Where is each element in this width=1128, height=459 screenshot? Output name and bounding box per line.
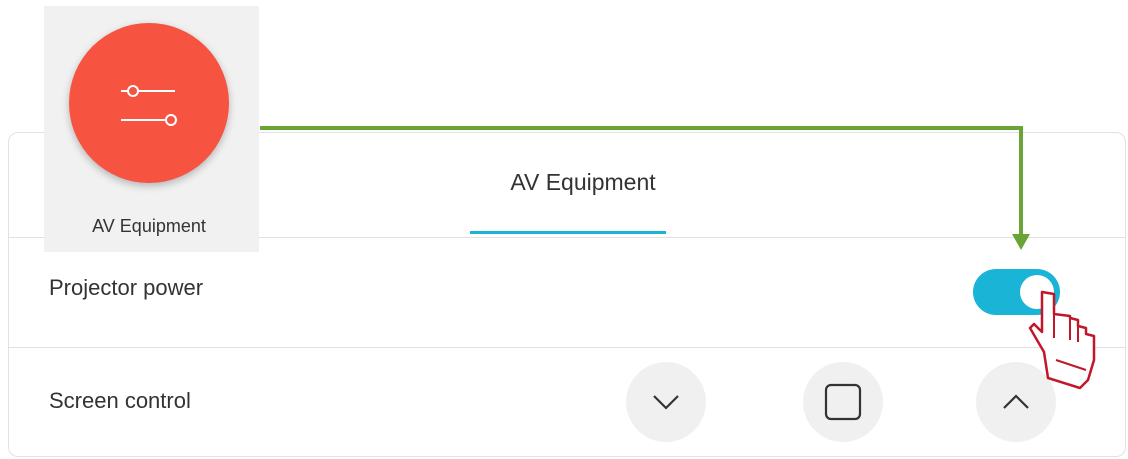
hand-cursor-icon — [1028, 290, 1096, 390]
annotation-arrow — [260, 126, 1030, 250]
annotation-overlay — [260, 126, 1096, 390]
